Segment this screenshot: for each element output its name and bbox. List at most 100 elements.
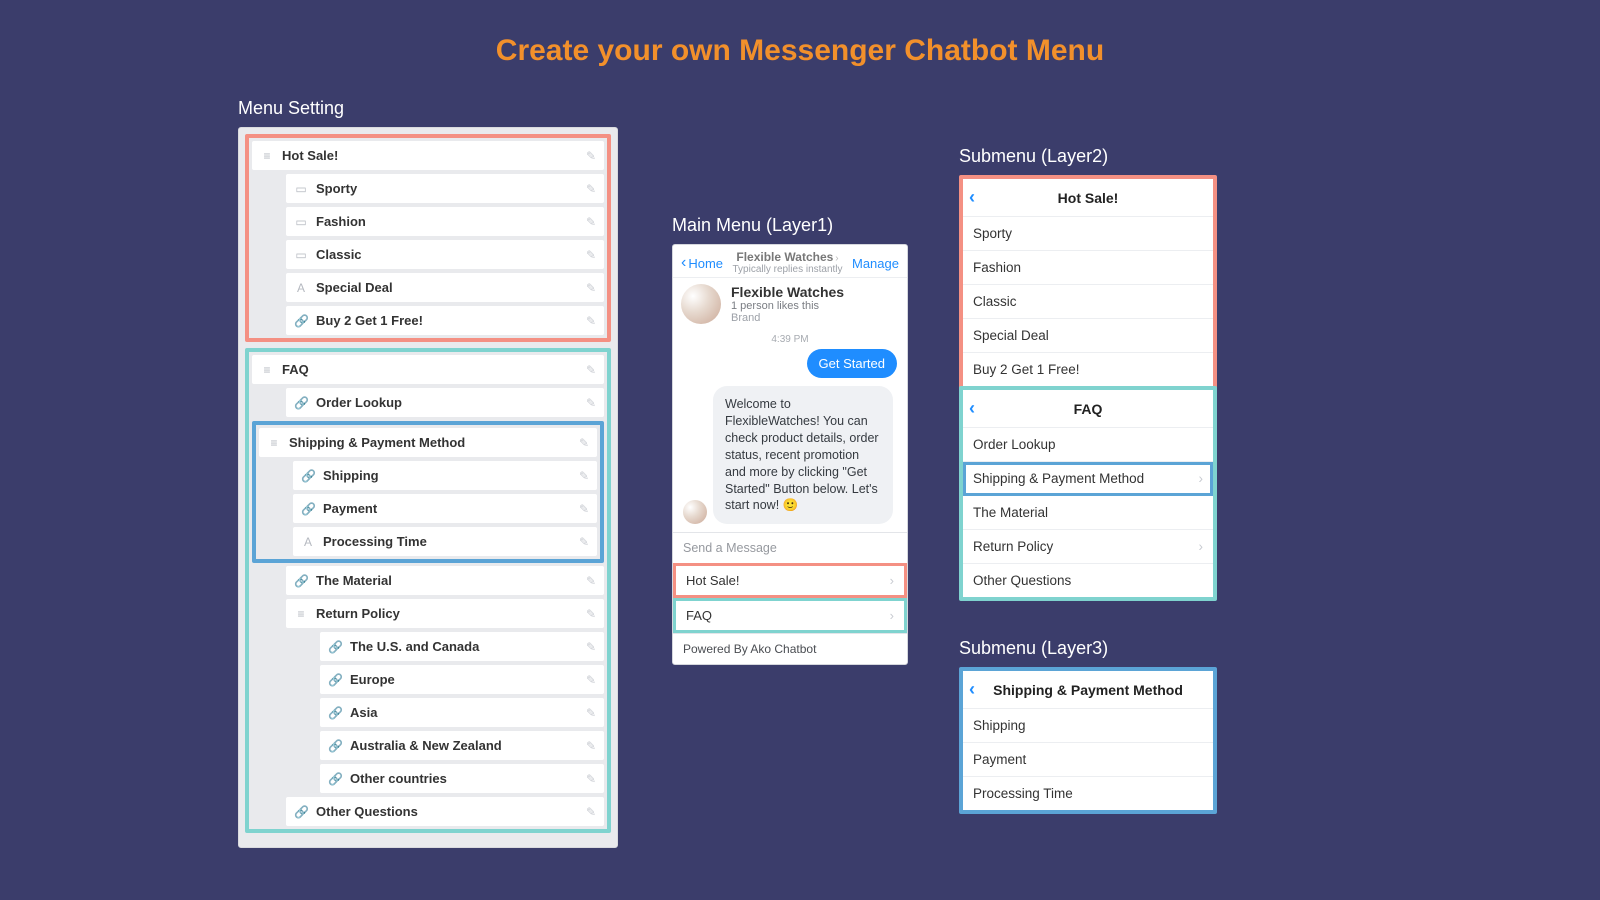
submenu-item[interactable]: Return Policy› bbox=[963, 530, 1213, 564]
submenu-item[interactable]: Special Deal bbox=[963, 319, 1213, 353]
message-input[interactable]: Send a Message bbox=[673, 532, 907, 563]
avatar bbox=[683, 500, 707, 524]
phone-header: ‹Home Flexible Watches› Typically replie… bbox=[673, 245, 907, 278]
header-title: Flexible Watches bbox=[736, 250, 833, 264]
avatar bbox=[681, 284, 721, 324]
back-button[interactable]: ‹ bbox=[969, 187, 987, 208]
bot-message-row: Welcome to FlexibleWatches! You can chec… bbox=[673, 386, 907, 532]
edit-icon[interactable]: ✎ bbox=[586, 607, 596, 621]
edit-icon[interactable]: ✎ bbox=[579, 436, 589, 450]
menu-item-label: FAQ bbox=[282, 362, 586, 377]
edit-icon[interactable]: ✎ bbox=[586, 706, 596, 720]
submenu-item[interactable]: Other Questions bbox=[963, 564, 1213, 597]
submenu-item-label: Special Deal bbox=[973, 328, 1049, 343]
profile-likes: 1 person likes this bbox=[731, 300, 844, 312]
edit-icon[interactable]: ✎ bbox=[586, 215, 596, 229]
menu-item-label: Other Questions bbox=[316, 804, 586, 819]
chevron-right-icon: › bbox=[890, 608, 894, 623]
edit-icon[interactable]: ✎ bbox=[586, 182, 596, 196]
submenu-item-label: The Material bbox=[973, 505, 1048, 520]
submenu-item[interactable]: Processing Time bbox=[963, 777, 1213, 810]
menu-item-label: Return Policy bbox=[316, 606, 586, 621]
manage-button[interactable]: Manage bbox=[852, 256, 899, 271]
menu-item-uscanada[interactable]: 🔗The U.S. and Canada✎ bbox=[320, 632, 604, 661]
menu-item-faq[interactable]: ≡ FAQ ✎ bbox=[252, 355, 604, 384]
main-menu-section: Main Menu (Layer1) ‹Home Flexible Watche… bbox=[672, 215, 908, 665]
submenu-item[interactable]: Buy 2 Get 1 Free! bbox=[963, 353, 1213, 386]
edit-icon[interactable]: ✎ bbox=[579, 502, 589, 516]
edit-icon[interactable]: ✎ bbox=[586, 739, 596, 753]
persistent-menu-hotsale[interactable]: Hot Sale!› bbox=[673, 563, 907, 598]
edit-icon[interactable]: ✎ bbox=[586, 805, 596, 819]
menu-item-material[interactable]: 🔗The Material✎ bbox=[286, 566, 604, 595]
submenu-item[interactable]: Shipping bbox=[963, 709, 1213, 743]
submenu-item[interactable]: Fashion bbox=[963, 251, 1213, 285]
menu-item-shippay[interactable]: ≡Shipping & Payment Method✎ bbox=[259, 428, 597, 457]
edit-icon[interactable]: ✎ bbox=[579, 469, 589, 483]
menu-item-label: Classic bbox=[316, 247, 586, 262]
home-button[interactable]: ‹Home bbox=[681, 254, 723, 272]
edit-icon[interactable]: ✎ bbox=[586, 574, 596, 588]
header-center[interactable]: Flexible Watches› Typically replies inst… bbox=[732, 251, 842, 275]
menu-item-classic[interactable]: ▭Classic✎ bbox=[286, 240, 604, 269]
submenu-title: FAQ bbox=[987, 401, 1189, 417]
menu-item-specialdeal[interactable]: ASpecial Deal✎ bbox=[286, 273, 604, 302]
menu-item-shipping[interactable]: 🔗Shipping✎ bbox=[293, 461, 597, 490]
menu-item-otherq[interactable]: 🔗Other Questions✎ bbox=[286, 797, 604, 826]
menu-item-others[interactable]: 🔗Other countries✎ bbox=[320, 764, 604, 793]
edit-icon[interactable]: ✎ bbox=[586, 640, 596, 654]
edit-icon[interactable]: ✎ bbox=[586, 149, 596, 163]
edit-icon[interactable]: ✎ bbox=[586, 363, 596, 377]
menu-item-label: Processing Time bbox=[323, 534, 579, 549]
layer2-label: Submenu (Layer2) bbox=[959, 146, 1217, 167]
edit-icon[interactable]: ✎ bbox=[586, 396, 596, 410]
menu-item-sporty[interactable]: ▭Sporty✎ bbox=[286, 174, 604, 203]
submenu-item-label: Shipping bbox=[973, 718, 1026, 733]
user-message: Get Started bbox=[807, 349, 897, 378]
edit-icon[interactable]: ✎ bbox=[579, 535, 589, 549]
link-icon: 🔗 bbox=[328, 640, 342, 654]
link-icon: 🔗 bbox=[294, 314, 308, 328]
edit-icon[interactable]: ✎ bbox=[586, 314, 596, 328]
submenu-item[interactable]: Payment bbox=[963, 743, 1213, 777]
menu-item-label: Payment bbox=[323, 501, 579, 516]
submenu-panel-shippay: ‹ Shipping & Payment Method Shipping Pay… bbox=[959, 667, 1217, 814]
menu-item-asia[interactable]: 🔗Asia✎ bbox=[320, 698, 604, 727]
menu-item-label: Australia & New Zealand bbox=[350, 738, 586, 753]
menu-item-buy2[interactable]: 🔗Buy 2 Get 1 Free!✎ bbox=[286, 306, 604, 335]
edit-icon[interactable]: ✎ bbox=[586, 281, 596, 295]
edit-icon[interactable]: ✎ bbox=[586, 772, 596, 786]
submenu-item[interactable]: Sporty bbox=[963, 217, 1213, 251]
submenu-title: Shipping & Payment Method bbox=[987, 682, 1189, 698]
menu-item-aunz[interactable]: 🔗Australia & New Zealand✎ bbox=[320, 731, 604, 760]
menu-item-orderlookup[interactable]: 🔗Order Lookup✎ bbox=[286, 388, 604, 417]
menu-item-label: Fashion bbox=[316, 214, 586, 229]
submenu-item[interactable]: Classic bbox=[963, 285, 1213, 319]
edit-icon[interactable]: ✎ bbox=[586, 673, 596, 687]
menu-item-returnpolicy[interactable]: ≡Return Policy✎ bbox=[286, 599, 604, 628]
back-button[interactable]: ‹ bbox=[969, 679, 987, 700]
submenu-item-label: Other Questions bbox=[973, 573, 1071, 588]
card-icon: ▭ bbox=[294, 182, 308, 196]
profile-name: Flexible Watches bbox=[731, 284, 844, 300]
header-subtitle: Typically replies instantly bbox=[732, 264, 842, 275]
menu-setting-section: Menu Setting ≡ Hot Sale! ✎ ▭Sporty✎ ▭Fas… bbox=[238, 98, 618, 848]
drag-icon: ≡ bbox=[260, 363, 274, 377]
submenu-item[interactable]: The Material bbox=[963, 496, 1213, 530]
back-button[interactable]: ‹ bbox=[969, 398, 987, 419]
text-icon: A bbox=[294, 281, 308, 295]
edit-icon[interactable]: ✎ bbox=[586, 248, 596, 262]
menu-item-fashion[interactable]: ▭Fashion✎ bbox=[286, 207, 604, 236]
menu-item-payment[interactable]: 🔗Payment✎ bbox=[293, 494, 597, 523]
menu-item-processingtime[interactable]: AProcessing Time✎ bbox=[293, 527, 597, 556]
menu-item-label: Shipping & Payment Method bbox=[289, 435, 579, 450]
menu-item-hotsale[interactable]: ≡ Hot Sale! ✎ bbox=[252, 141, 604, 170]
powered-by[interactable]: Powered By Ako Chatbot bbox=[673, 633, 907, 664]
submenu-item[interactable]: Order Lookup bbox=[963, 428, 1213, 462]
submenu-item-label: Sporty bbox=[973, 226, 1012, 241]
menu-setting-panel: ≡ Hot Sale! ✎ ▭Sporty✎ ▭Fashion✎ ▭Classi… bbox=[238, 127, 618, 848]
persistent-menu-faq[interactable]: FAQ › bbox=[673, 598, 907, 633]
menu-label: FAQ bbox=[686, 608, 712, 623]
menu-item-europe[interactable]: 🔗Europe✎ bbox=[320, 665, 604, 694]
submenu-item-shippay[interactable]: Shipping & Payment Method› bbox=[963, 462, 1213, 496]
